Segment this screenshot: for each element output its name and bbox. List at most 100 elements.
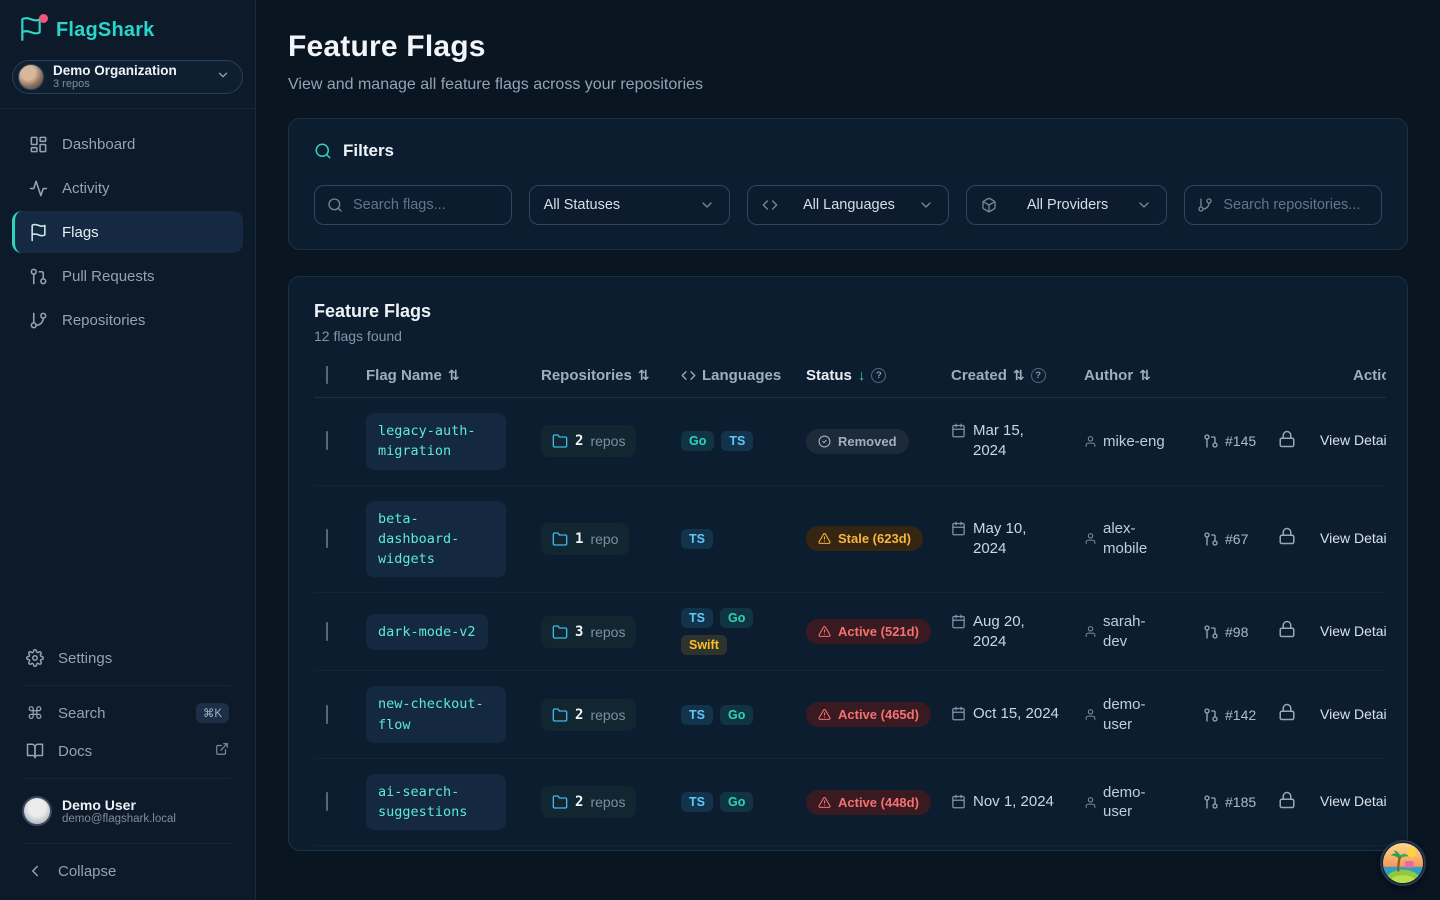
help-icon[interactable]: ? [1031, 368, 1046, 383]
language-badge: TS [681, 792, 713, 812]
flag-name[interactable]: new-checkout-flow [366, 686, 506, 743]
row-checkbox[interactable] [326, 792, 328, 811]
author-name: demo-user [1103, 695, 1169, 734]
brand-logo: FlagShark [0, 16, 255, 58]
sidebar-item-repositories[interactable]: Repositories [12, 299, 243, 341]
code-icon [681, 368, 696, 383]
table-row: ai-search-suggestions2reposTSGoActive (4… [314, 759, 1386, 847]
user-profile[interactable]: Demo User demo@flagshark.local [12, 787, 243, 835]
island-icon [1382, 842, 1424, 884]
user-avatar [22, 796, 52, 826]
sidebar-item-activity[interactable]: Activity [12, 167, 243, 209]
row-checkbox[interactable] [326, 431, 328, 450]
repo-count: 3 [575, 624, 583, 640]
pull-request-link[interactable]: #145 [1203, 433, 1278, 449]
row-checkbox[interactable] [326, 622, 328, 641]
table-row: beta-dashboard-widgets 1repo TS Stale (623d… [314, 486, 1386, 594]
lock-icon [1278, 703, 1296, 721]
chevron-down-icon [699, 197, 715, 213]
sidebar-item-flags[interactable]: Flags [12, 211, 243, 253]
column-repositories[interactable]: Repositories⇅ [541, 367, 681, 384]
repo-unit: repos [590, 433, 625, 449]
collapse-button[interactable]: Collapse [12, 852, 243, 890]
org-meta: 3 repos [53, 78, 207, 90]
view-details-link[interactable]: View Details [1320, 432, 1386, 448]
author-name: sarah-dev [1103, 612, 1169, 651]
column-created[interactable]: Created⇅ ? [951, 367, 1084, 384]
provider-filter-select[interactable]: All Providers [966, 185, 1168, 225]
pull-request-link[interactable]: #67 [1203, 531, 1278, 547]
repo-count: 2 [575, 707, 583, 723]
sidebar-item-settings[interactable]: Settings [12, 639, 243, 677]
pull-request-link[interactable]: #142 [1203, 707, 1278, 723]
flag-name[interactable]: ai-search-suggestions [366, 774, 506, 831]
pull-request-icon [1203, 794, 1219, 810]
lock-icon-cell [1278, 527, 1320, 550]
sidebar-item-pull-requests[interactable]: Pull Requests [12, 255, 243, 297]
lock-icon [1278, 791, 1296, 809]
view-details-link[interactable]: View Details [1320, 793, 1386, 809]
lock-icon [1278, 430, 1296, 448]
flag-name[interactable]: beta-dashboard-widgets [366, 501, 506, 578]
created-date: Oct 15, 2024 [973, 704, 1059, 724]
repo-search-input[interactable]: Search repositories... [1184, 185, 1382, 225]
repo-count-chip[interactable]: 2repos [541, 699, 636, 731]
lock-icon-cell [1278, 703, 1320, 726]
status-label: Stale (623d) [838, 531, 911, 546]
pr-number: #142 [1225, 707, 1256, 723]
island-widget-button[interactable] [1380, 840, 1426, 886]
repo-count-chip[interactable]: 1repo [541, 523, 629, 555]
repo-unit: repo [590, 531, 618, 547]
view-details-link[interactable]: View Details [1320, 623, 1386, 639]
chevron-down-icon [918, 197, 934, 213]
folder-icon [552, 707, 568, 723]
sidebar-item-search[interactable]: ⌘ Search ⌘K [12, 694, 243, 732]
repo-count-chip[interactable]: 2repos [541, 786, 636, 818]
flag-name[interactable]: dark-mode-v2 [366, 614, 488, 650]
view-details-link[interactable]: View Details [1320, 530, 1386, 546]
flag-name[interactable]: legacy-auth-migration [366, 413, 506, 470]
column-author[interactable]: Author⇅ [1084, 367, 1203, 384]
sidebar-item-label: Repositories [62, 312, 145, 329]
flags-table: Flag Name⇅ Repositories⇅ Languages Statu… [314, 366, 1386, 851]
language-badges: TS Go [681, 792, 781, 812]
author-cell: alex-mobile [1084, 519, 1203, 558]
row-checkbox[interactable] [326, 705, 328, 724]
org-selector[interactable]: Demo Organization 3 repos [12, 60, 243, 94]
repo-count-chip[interactable]: 2repos [541, 425, 636, 457]
repo-count-chip[interactable]: 3repos [541, 616, 636, 648]
help-icon[interactable]: ? [871, 368, 886, 383]
language-filter-select[interactable]: All Languages [747, 185, 949, 225]
book-icon [26, 742, 44, 760]
sidebar-item-docs[interactable]: Docs [12, 732, 243, 770]
view-details-link[interactable]: View Details [1320, 706, 1386, 722]
table-row: premium-3reposTSGoActive (421d)Jan 1, 20… [314, 846, 1386, 851]
sidebar-item-dashboard[interactable]: Dashboard [12, 123, 243, 165]
row-checkbox[interactable] [326, 529, 328, 548]
select-all-checkbox[interactable] [326, 366, 328, 384]
alert-triangle-icon [818, 796, 831, 809]
search-label: Search [58, 705, 106, 722]
pull-request-link[interactable]: #98 [1203, 624, 1278, 640]
command-icon: ⌘ [26, 705, 44, 722]
pull-request-link[interactable]: #185 [1203, 794, 1278, 810]
divider [24, 843, 231, 844]
language-badge: TS [681, 529, 713, 549]
status-label: Active (521d) [838, 624, 919, 639]
pull-request-icon [1203, 433, 1219, 449]
language-filter-value: All Languages [790, 197, 908, 213]
repo-count: 2 [575, 794, 583, 810]
flag-search-input[interactable]: Search flags... [314, 185, 512, 225]
circle-check-icon [818, 435, 831, 448]
column-status[interactable]: Status↓ ? [806, 367, 951, 384]
column-actions: Actions [1320, 367, 1386, 384]
calendar-icon [951, 794, 966, 809]
status-filter-select[interactable]: All Statuses [529, 185, 731, 225]
column-flag-name[interactable]: Flag Name⇅ [366, 367, 541, 384]
docs-label: Docs [58, 743, 92, 760]
lock-icon [1278, 620, 1296, 638]
language-badges: TSGoSwift [681, 608, 781, 655]
language-badge: Go [720, 792, 753, 812]
shortcut-badge: ⌘K [196, 703, 229, 723]
sidebar-item-label: Activity [62, 180, 110, 197]
